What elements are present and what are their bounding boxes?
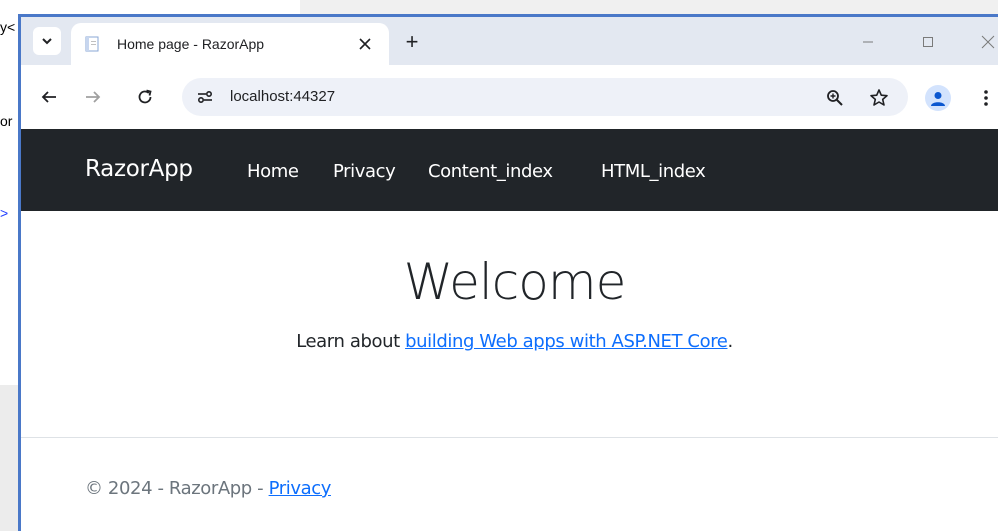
intro-text: Learn about building Web apps with ASP.N…: [21, 331, 998, 352]
window-close-icon: [981, 35, 995, 49]
editor-fragment: >: [0, 205, 9, 221]
forward-icon: [86, 91, 101, 103]
editor-fragment: y<: [0, 19, 16, 35]
zoom-icon: [827, 90, 843, 106]
browser-menu-button[interactable]: [981, 84, 991, 112]
address-bar[interactable]: localhost:44327: [182, 78, 908, 116]
tab-title: Home page - RazorApp: [117, 36, 265, 52]
intro-prefix: Learn about: [296, 331, 406, 352]
tab-close-button[interactable]: [353, 32, 377, 56]
window-close-button[interactable]: [973, 27, 998, 57]
bookmark-button[interactable]: [866, 85, 892, 111]
maximize-icon: [923, 37, 933, 47]
browser-toolbar: localhost:44327: [21, 65, 998, 129]
back-icon: [41, 91, 56, 103]
tab-search-button[interactable]: [33, 27, 61, 55]
intro-suffix: .: [727, 331, 733, 352]
nav-link-html-index[interactable]: HTML_index: [601, 161, 706, 182]
footer-copyright: © 2024 - RazorApp -: [85, 478, 269, 499]
footer-privacy-link[interactable]: Privacy: [269, 478, 332, 499]
url-text: localhost:44327: [230, 88, 336, 105]
browser-window: Home page - RazorApp + localhost:44327 R…: [18, 14, 998, 531]
minimize-button[interactable]: [853, 27, 883, 57]
reload-icon: [138, 89, 152, 104]
nav-link-privacy[interactable]: Privacy: [333, 161, 396, 182]
nav-link-home[interactable]: Home: [247, 161, 299, 182]
editor-fragment: or: [0, 113, 13, 129]
reload-button[interactable]: [131, 83, 159, 111]
profile-button[interactable]: [925, 85, 951, 111]
profile-icon: [931, 92, 945, 106]
favicon-icon: [85, 36, 99, 52]
footer-divider: [21, 437, 998, 438]
background-window-strip: [300, 0, 998, 14]
menu-icon: [984, 90, 988, 106]
page-heading: Welcome: [403, 253, 627, 311]
site-info-icon: [197, 90, 213, 104]
site-navbar: RazorApp Home Privacy Content_index HTML…: [21, 129, 998, 211]
page-footer: © 2024 - RazorApp - Privacy: [85, 478, 331, 499]
aspnet-docs-link[interactable]: building Web apps with ASP.NET Core: [405, 331, 728, 352]
forward-button[interactable]: [79, 83, 107, 111]
minimize-icon: [863, 41, 873, 43]
navbar-brand[interactable]: RazorApp: [85, 156, 193, 182]
nav-link-content-index[interactable]: Content_index: [428, 161, 553, 182]
bookmark-star-icon: [870, 89, 888, 106]
background-gutter: [0, 385, 18, 531]
tab-strip: Home page - RazorApp +: [21, 17, 998, 65]
zoom-button[interactable]: [822, 85, 848, 111]
site-info-button[interactable]: [192, 84, 218, 110]
tab-home-page[interactable]: Home page - RazorApp: [71, 23, 389, 65]
back-button[interactable]: [35, 83, 63, 111]
new-tab-button[interactable]: +: [399, 29, 425, 55]
maximize-button[interactable]: [913, 27, 943, 57]
tab-search-icon: [42, 38, 52, 45]
close-icon: [359, 38, 371, 50]
